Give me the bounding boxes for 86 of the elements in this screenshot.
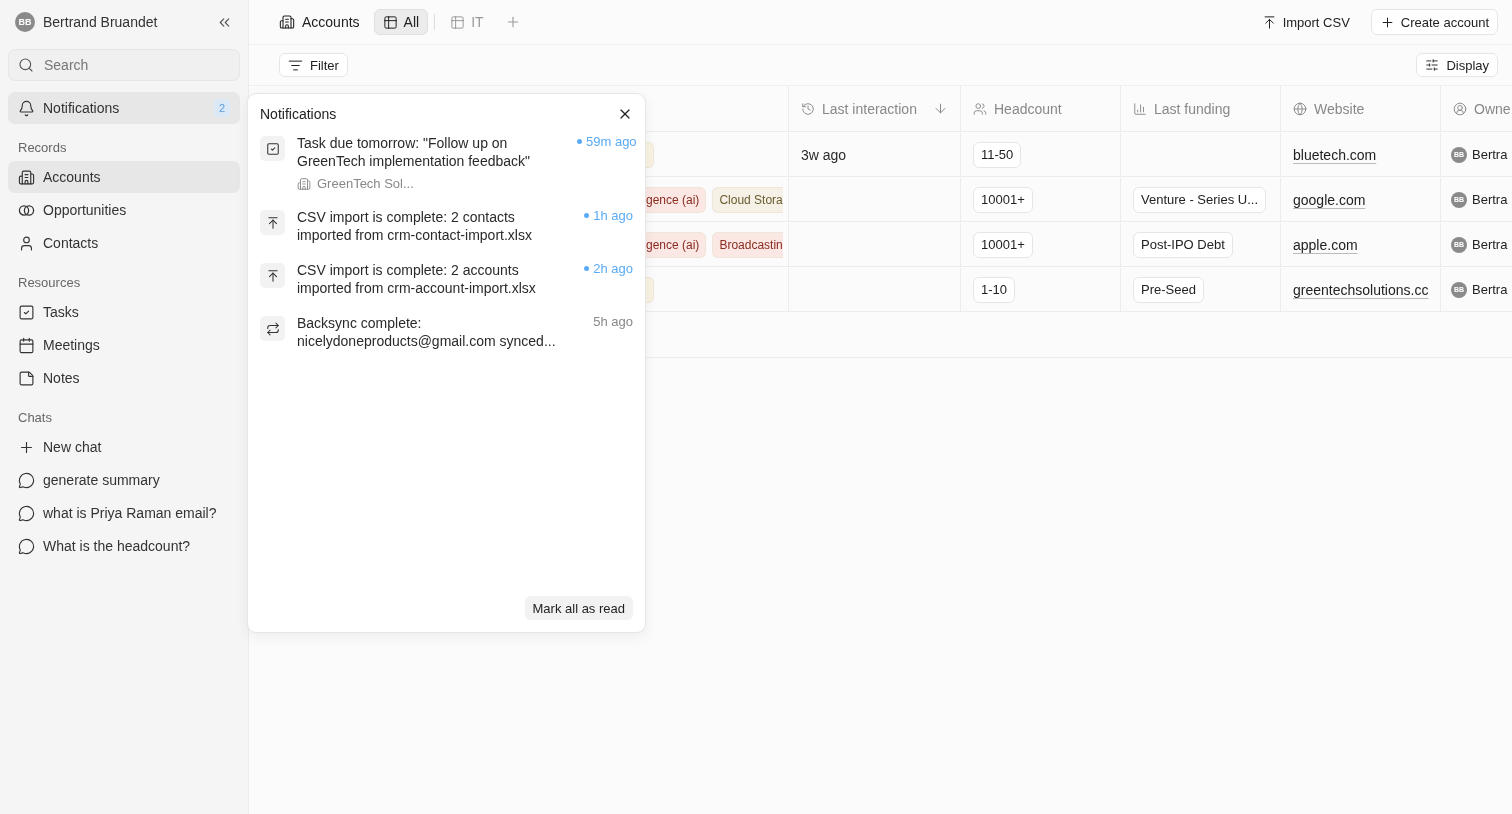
people-icon — [973, 101, 987, 116]
table-cell: 3w ago — [789, 133, 961, 177]
sidebar-item[interactable]: Tasks — [8, 296, 240, 328]
notification-time: 59m ago — [577, 134, 637, 149]
bell-icon — [18, 99, 35, 117]
filter-button[interactable]: Filter — [279, 53, 348, 77]
chat-bubble-icon — [18, 504, 35, 522]
upload-icon — [260, 210, 285, 235]
table-icon — [450, 14, 466, 30]
column-header[interactable]: Website — [1314, 100, 1365, 117]
funding-tag: Venture - Series U... — [1133, 186, 1267, 213]
owner-name: Bertra — [1472, 147, 1508, 162]
table-icon — [382, 14, 398, 30]
import-button[interactable]: Import CSV — [1252, 9, 1359, 35]
search-icon — [18, 57, 34, 73]
person-icon — [18, 234, 35, 252]
checkbox-icon — [18, 303, 35, 321]
bar-chart-icon — [1133, 101, 1147, 116]
headcount-tag: 1-10 — [973, 276, 1016, 303]
column-header[interactable]: Owne — [1474, 100, 1511, 117]
section-title: Chats — [17, 409, 53, 427]
building-icon — [18, 168, 35, 186]
record-link[interactable]: GreenTech Sol... — [317, 176, 414, 191]
sidebar-item[interactable]: Contacts — [8, 227, 240, 259]
sidebar-item[interactable]: what is Priya Raman email? — [8, 497, 240, 529]
chat-bubble-icon — [18, 471, 35, 489]
filter-icon — [288, 57, 303, 73]
page-title: Accounts — [302, 14, 360, 30]
tag: gence (ai) — [646, 186, 707, 213]
count-badge: 2 — [213, 99, 230, 117]
upload-icon — [260, 263, 285, 288]
notification-text: CSV import is complete: 2 contacts imported from crm-contact-import.xlsx — [297, 208, 533, 244]
notification-text: CSV import is complete: 2 accounts imported from crm-account-import.xlsx — [297, 261, 537, 297]
website-link[interactable]: greentechsolutions.cc — [1293, 281, 1429, 298]
notification-time: 5h ago — [593, 314, 633, 329]
sidebar-item[interactable]: Notes — [8, 362, 240, 394]
chat-bubble-icon — [18, 537, 35, 555]
notification-time: 1h ago — [584, 208, 633, 223]
tag: gence (ai) — [646, 231, 707, 258]
sync-icon — [260, 316, 285, 341]
sidebar-item[interactable]: Meetings — [8, 329, 240, 361]
user-circle-icon — [1453, 101, 1467, 116]
globe-icon — [1293, 101, 1307, 116]
checkbox-icon — [260, 136, 285, 161]
building-icon — [279, 14, 295, 30]
funding-tag: Pre-Seed — [1133, 276, 1204, 303]
display-button[interactable]: Display — [1416, 53, 1498, 77]
mark-all-read-button[interactable]: Mark all as read — [524, 596, 633, 620]
column-header[interactable]: Headcount — [994, 100, 1062, 117]
search-field[interactable]: Search — [8, 49, 240, 81]
website-link[interactable]: apple.com — [1293, 236, 1358, 253]
headcount-tag: 10001+ — [973, 186, 1033, 213]
sliders-icon — [1425, 58, 1440, 72]
column-header[interactable]: Last funding — [1154, 100, 1231, 117]
panel-title: Notifications — [260, 106, 337, 122]
tag: Broadcastin — [712, 231, 783, 258]
sidebar-item[interactable]: generate summary — [8, 464, 240, 496]
user-name: Bertrand Bruandet — [43, 14, 159, 30]
tag: Cloud Stora — [712, 186, 783, 213]
column-header[interactable]: Last interaction — [822, 100, 926, 117]
plus-icon — [1379, 14, 1395, 30]
notification-text: Task due tomorrow: "Follow up on GreenTech implementation feedback" — [297, 134, 531, 170]
building-icon — [297, 176, 311, 191]
notification-time: 2h ago — [584, 261, 633, 276]
headcount-tag: 11-50 — [973, 141, 1022, 168]
create-button[interactable]: Create account — [1370, 9, 1498, 35]
website-link[interactable]: bluetech.com — [1293, 146, 1377, 163]
owner-name: Bertra — [1472, 192, 1508, 207]
calendar-icon — [18, 336, 35, 354]
headcount-tag: 10001+ — [973, 231, 1033, 258]
sidebar-item[interactable]: Notifications 2 — [8, 92, 240, 124]
website-link[interactable]: google.com — [1293, 191, 1366, 208]
owner-name: Bertra — [1472, 282, 1508, 297]
sidebar-item[interactable]: Opportunities — [8, 194, 240, 226]
sidebar-item[interactable]: Accounts — [8, 161, 240, 193]
note-icon — [18, 369, 35, 387]
sort-arrow-icon[interactable] — [933, 101, 948, 116]
section-title: Resources — [17, 274, 82, 292]
funding-tag: Post-IPO Debt — [1133, 231, 1233, 258]
sidebar-item[interactable]: New chat — [8, 431, 240, 463]
owner-name: Bertra — [1472, 237, 1508, 252]
sidebar-item[interactable]: What is the headcount? — [8, 530, 240, 562]
history-icon — [801, 101, 815, 116]
section-title: Records — [17, 139, 68, 157]
notification-text: Backsync complete: nicelydoneproducts@gmail.com synced... — [297, 314, 557, 350]
view-tab[interactable]: All — [373, 9, 429, 35]
